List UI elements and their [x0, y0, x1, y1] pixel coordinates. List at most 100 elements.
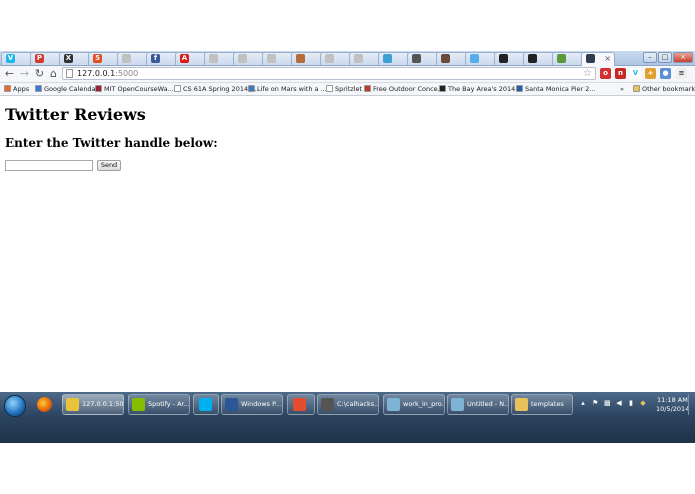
git-icon: [293, 398, 306, 411]
taskbar-item-label: Spotify - Ar...: [148, 400, 190, 408]
bookmark-item[interactable]: Free Outdoor Conce...: [364, 83, 444, 95]
page-icon: [209, 54, 218, 63]
volume-icon[interactable]: ◀: [616, 400, 622, 407]
bookmark-icon: [364, 85, 371, 92]
bookmark-icon: [248, 85, 255, 92]
system-tray: ▴ ⚑ ▩ ◀ ▮ ◆ 11:18 AM 10/5/2014: [577, 394, 695, 415]
taskbar: 127.0.0.1:50... Spotify - Ar... Windows P.…: [0, 392, 695, 443]
page-content: Twitter Reviews Enter the Twitter handle…: [0, 96, 695, 392]
dropbox-icon[interactable]: ◆: [640, 400, 646, 407]
show-desktop-button[interactable]: [688, 394, 695, 415]
page-icon: [267, 54, 276, 63]
adblock-extension-icon[interactable]: o: [600, 68, 611, 79]
pdf-icon: P: [35, 54, 44, 63]
puzzle-extension-icon[interactable]: +: [645, 68, 656, 79]
bookmark-item[interactable]: Google Calendar: [35, 83, 98, 95]
bookmark-label: MIT OpenCourseWa...: [104, 85, 174, 93]
back-button[interactable]: ←: [3, 67, 16, 80]
rss-extension-icon[interactable]: n: [615, 68, 626, 79]
reload-button[interactable]: ↻: [33, 67, 46, 80]
tool-icon: [383, 54, 392, 63]
photo-icon: [441, 54, 450, 63]
bookmark-label: Free Outdoor Conce...: [373, 85, 444, 93]
device-icon[interactable]: ▩: [604, 400, 611, 407]
bookmark-item[interactable]: Spritzlet: [326, 83, 362, 95]
bookmark-item[interactable]: Apps: [4, 83, 29, 95]
facebook-icon: f: [151, 54, 160, 63]
folder-icon: [515, 398, 528, 411]
github-icon: [528, 54, 537, 63]
taskbar-item[interactable]: templates: [511, 394, 573, 415]
firefox-pinned[interactable]: [32, 394, 56, 416]
window-controls: – □ ×: [643, 52, 693, 63]
network-icon[interactable]: ▮: [628, 400, 634, 407]
taskbar-item[interactable]: [193, 394, 219, 415]
bookmarks-overflow-button[interactable]: »: [620, 83, 624, 95]
menu-icon[interactable]: ≡: [676, 68, 687, 79]
address-url: 127.0.0.1:5000: [77, 68, 138, 79]
screen: V P X 5 f A × – □ × ← → ↻ ⌂ 127.0.0.1:5000 ☆ o n …: [0, 51, 695, 443]
browser-tab[interactable]: ×: [581, 52, 615, 66]
taskbar-item[interactable]: [287, 394, 315, 415]
bookmark-icon: [95, 85, 102, 92]
bookmark-item[interactable]: Other bookmarks: [633, 83, 695, 95]
tray-expand-icon[interactable]: ▴: [580, 400, 586, 407]
bookmark-item[interactable]: CS 61A Spring 2014: ...: [174, 83, 259, 95]
bookmark-icon: [633, 85, 640, 92]
chrome-icon: [66, 398, 79, 411]
bookmark-item[interactable]: Life on Mars with a ...: [248, 83, 327, 95]
bookmark-label: Google Calendar: [44, 85, 99, 93]
taskbar-item-label: Untitled - N...: [467, 400, 509, 408]
home-button[interactable]: ⌂: [47, 67, 60, 80]
tab-strip: V P X 5 f A × – □ ×: [0, 51, 695, 66]
user-extension-icon[interactable]: ●: [660, 68, 671, 79]
bookmark-item[interactable]: Santa Monica Pier 2...: [516, 83, 596, 95]
flag-icon[interactable]: ⚑: [592, 400, 598, 407]
start-button[interactable]: [4, 395, 26, 417]
taskbar-item[interactable]: Windows P...: [221, 394, 283, 415]
twitter-handle-input[interactable]: [5, 160, 93, 171]
bookmark-star-icon[interactable]: ☆: [583, 68, 592, 79]
firefox-icon: [37, 397, 52, 412]
page-subtitle: Enter the Twitter handle below:: [5, 136, 218, 150]
vimeo-icon: V: [6, 54, 15, 63]
bookmark-icon: [35, 85, 42, 92]
vimeo-extension-icon[interactable]: V: [630, 68, 641, 79]
bookmark-label: Santa Monica Pier 2...: [525, 85, 596, 93]
image-icon: [296, 54, 305, 63]
terminal-icon: [586, 54, 595, 63]
taskbar-item[interactable]: work_in_pro...: [383, 394, 445, 415]
bookmarks-bar: Apps Google Calendar MIT OpenCourseWa... CS…: [0, 83, 695, 96]
page-icon: [66, 69, 73, 78]
maximize-button[interactable]: □: [658, 52, 672, 63]
forward-button[interactable]: →: [18, 67, 31, 80]
bookmark-icon: [4, 85, 11, 92]
taskbar-item[interactable]: Untitled - N...: [447, 394, 509, 415]
powershell-icon: [225, 398, 238, 411]
puzzle-icon: [557, 54, 566, 63]
taskbar-item-label: work_in_pro...: [403, 400, 445, 408]
taskbar-item[interactable]: Spotify - Ar...: [128, 394, 190, 415]
taskbar-item[interactable]: C:\calhacks...: [317, 394, 379, 415]
bookmark-label: The Bay Area's 2014 ...: [448, 85, 524, 93]
sublime-icon: [321, 398, 334, 411]
page-icon: [238, 54, 247, 63]
box-icon: [412, 54, 421, 63]
bookmark-label: Apps: [13, 85, 30, 93]
close-window-button[interactable]: ×: [673, 52, 693, 63]
notepad-icon: [387, 398, 400, 411]
taskbar-item-label: Windows P...: [241, 400, 282, 408]
bookmark-item[interactable]: The Bay Area's 2014 ...: [439, 83, 524, 95]
address-bar[interactable]: 127.0.0.1:5000 ☆: [62, 67, 596, 80]
bookmark-item[interactable]: MIT OpenCourseWa...: [95, 83, 174, 95]
bookmark-label: Spritzlet: [335, 85, 363, 93]
minimize-button[interactable]: –: [643, 52, 657, 63]
taskbar-item[interactable]: 127.0.0.1:50...: [62, 394, 124, 415]
taskbar-item-label: 127.0.0.1:50...: [82, 400, 124, 408]
send-button[interactable]: Send: [97, 160, 121, 171]
page-icon: [325, 54, 334, 63]
clock-date[interactable]: 10/5/2014: [656, 405, 689, 413]
address-port: :5000: [115, 69, 139, 78]
close-tab-icon[interactable]: ×: [604, 53, 611, 64]
clock-time[interactable]: 11:18 AM: [657, 396, 688, 404]
